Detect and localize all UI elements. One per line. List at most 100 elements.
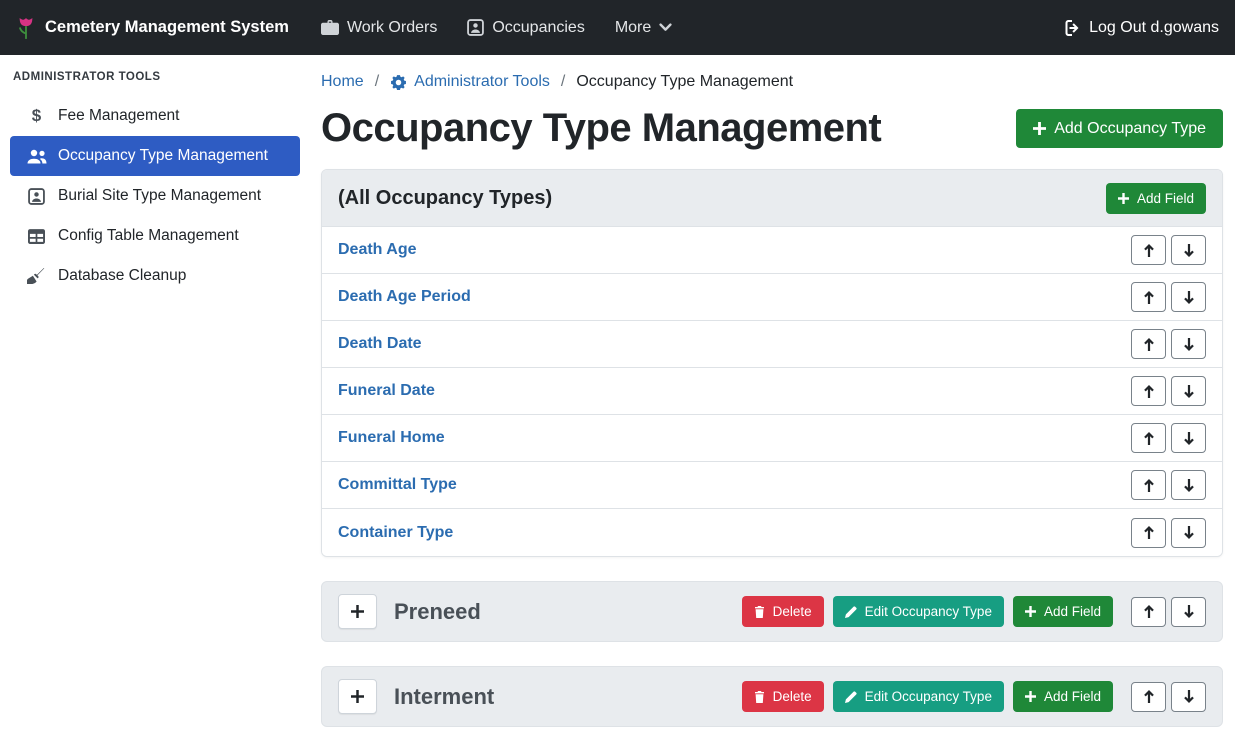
page-title: Occupancy Type Management bbox=[321, 106, 881, 151]
expand-section-button[interactable] bbox=[338, 679, 377, 714]
trash-icon bbox=[754, 606, 765, 618]
sidebar-item-config-table-management[interactable]: Config Table Management bbox=[10, 216, 300, 256]
all-occupancy-types-card: (All Occupancy Types) Add Field Death Ag… bbox=[321, 169, 1223, 557]
move-down-button[interactable] bbox=[1171, 518, 1206, 548]
logout-label: Log Out d.gowans bbox=[1089, 19, 1219, 37]
breadcrumb-admin-tools-link[interactable]: Administrator Tools bbox=[390, 73, 550, 91]
plus-icon bbox=[1118, 193, 1129, 204]
table-icon bbox=[23, 229, 50, 244]
breadcrumb-home-link[interactable]: Home bbox=[321, 73, 364, 91]
delete-button[interactable]: Delete bbox=[742, 596, 824, 627]
arrow-up-icon bbox=[1143, 432, 1155, 445]
logout-button[interactable]: Log Out d.gowans bbox=[1061, 19, 1219, 37]
brand[interactable]: Cemetery Management System bbox=[16, 15, 289, 41]
users-icon bbox=[23, 149, 50, 164]
move-up-button[interactable] bbox=[1131, 376, 1166, 406]
dollar-icon: $ bbox=[23, 106, 50, 126]
delete-button[interactable]: Delete bbox=[742, 681, 824, 712]
nav-item-label: Work Orders bbox=[347, 19, 437, 37]
move-up-button[interactable] bbox=[1131, 235, 1166, 265]
field-row: Committal Type bbox=[322, 462, 1222, 509]
chevron-down-icon bbox=[659, 23, 672, 32]
gear-icon bbox=[390, 74, 407, 91]
add-field-button[interactable]: Add Field bbox=[1013, 681, 1113, 712]
plus-icon bbox=[1033, 122, 1046, 135]
move-down-button[interactable] bbox=[1171, 376, 1206, 406]
add-occupancy-type-button[interactable]: Add Occupancy Type bbox=[1016, 109, 1223, 148]
button-label: Add Field bbox=[1044, 604, 1101, 619]
arrow-up-icon bbox=[1143, 244, 1155, 257]
edit-occupancy-type-button[interactable]: Edit Occupancy Type bbox=[833, 596, 1004, 627]
occupancy-type-sections: Preneed Delete Edit Occupancy Type Add F… bbox=[321, 581, 1223, 727]
field-link[interactable]: Funeral Home bbox=[338, 429, 445, 447]
move-down-button[interactable] bbox=[1171, 282, 1206, 312]
button-label: Delete bbox=[773, 689, 812, 704]
move-down-button[interactable] bbox=[1171, 235, 1206, 265]
field-row: Death Age bbox=[322, 227, 1222, 274]
field-link[interactable]: Death Age bbox=[338, 241, 417, 259]
sidebar-item-label: Burial Site Type Management bbox=[58, 187, 261, 205]
button-label: Add Field bbox=[1044, 689, 1101, 704]
button-label: Add Occupancy Type bbox=[1054, 120, 1206, 138]
arrow-up-icon bbox=[1143, 479, 1155, 492]
move-up-button[interactable] bbox=[1131, 597, 1166, 627]
arrow-down-icon bbox=[1183, 244, 1195, 257]
expand-section-button[interactable] bbox=[338, 594, 377, 629]
breadcrumb: Home / Administrator Tools / Occupancy T… bbox=[321, 73, 1223, 91]
move-up-button[interactable] bbox=[1131, 518, 1166, 548]
section-actions: Delete Edit Occupancy Type Add Field bbox=[742, 681, 1206, 712]
move-up-button[interactable] bbox=[1131, 329, 1166, 359]
reorder-buttons bbox=[1131, 597, 1206, 627]
trash-icon bbox=[754, 691, 765, 703]
field-link[interactable]: Committal Type bbox=[338, 476, 457, 494]
breadcrumb-label: Home bbox=[321, 73, 364, 91]
reorder-buttons bbox=[1131, 682, 1206, 712]
brand-title: Cemetery Management System bbox=[45, 18, 289, 37]
move-down-button[interactable] bbox=[1171, 329, 1206, 359]
move-up-button[interactable] bbox=[1131, 423, 1166, 453]
portrait-frame-icon bbox=[467, 19, 484, 36]
sidebar-item-occupancy-type-management[interactable]: Occupancy Type Management bbox=[10, 136, 300, 176]
add-field-button[interactable]: Add Field bbox=[1013, 596, 1113, 627]
page-layout: Administrator Tools $ Fee Management Occ… bbox=[0, 55, 1235, 738]
portrait-frame-icon bbox=[23, 188, 50, 205]
arrow-down-icon bbox=[1183, 291, 1195, 304]
move-up-button[interactable] bbox=[1131, 682, 1166, 712]
field-link[interactable]: Death Age Period bbox=[338, 288, 471, 306]
sidebar-item-label: Config Table Management bbox=[58, 227, 239, 245]
arrow-up-icon bbox=[1143, 526, 1155, 539]
reorder-buttons bbox=[1131, 470, 1206, 500]
sidebar-item-burial-site-type-management[interactable]: Burial Site Type Management bbox=[10, 176, 300, 216]
arrow-up-icon bbox=[1143, 605, 1155, 618]
field-link[interactable]: Death Date bbox=[338, 335, 422, 353]
field-row: Funeral Date bbox=[322, 368, 1222, 415]
nav-item-occupancies[interactable]: Occupancies bbox=[467, 19, 585, 37]
add-field-button[interactable]: Add Field bbox=[1106, 183, 1206, 214]
move-down-button[interactable] bbox=[1171, 423, 1206, 453]
nav-item-label: Occupancies bbox=[492, 19, 585, 37]
top-navbar: Cemetery Management System Work Orders O… bbox=[0, 0, 1235, 55]
move-down-button[interactable] bbox=[1171, 597, 1206, 627]
arrow-down-icon bbox=[1183, 432, 1195, 445]
move-down-button[interactable] bbox=[1171, 682, 1206, 712]
field-link[interactable]: Funeral Date bbox=[338, 382, 435, 400]
nav-item-work-orders[interactable]: Work Orders bbox=[321, 19, 437, 37]
section-title: Preneed bbox=[394, 599, 742, 625]
sidebar-item-fee-management[interactable]: $ Fee Management bbox=[10, 96, 300, 136]
field-row: Funeral Home bbox=[322, 415, 1222, 462]
logout-icon bbox=[1061, 20, 1080, 36]
arrow-up-icon bbox=[1143, 385, 1155, 398]
pencil-icon bbox=[845, 691, 857, 703]
arrow-down-icon bbox=[1183, 690, 1195, 703]
field-link[interactable]: Container Type bbox=[338, 524, 453, 542]
sidebar-item-database-cleanup[interactable]: Database Cleanup bbox=[10, 256, 300, 296]
title-row: Occupancy Type Management Add Occupancy … bbox=[321, 106, 1223, 151]
card-header: (All Occupancy Types) Add Field bbox=[322, 170, 1222, 227]
move-up-button[interactable] bbox=[1131, 470, 1166, 500]
edit-occupancy-type-button[interactable]: Edit Occupancy Type bbox=[833, 681, 1004, 712]
field-list: Death Age Death Age Period bbox=[322, 227, 1222, 556]
move-up-button[interactable] bbox=[1131, 282, 1166, 312]
nav-item-more[interactable]: More bbox=[615, 19, 672, 37]
occupancy-type-section: Preneed Delete Edit Occupancy Type Add F… bbox=[321, 581, 1223, 642]
move-down-button[interactable] bbox=[1171, 470, 1206, 500]
